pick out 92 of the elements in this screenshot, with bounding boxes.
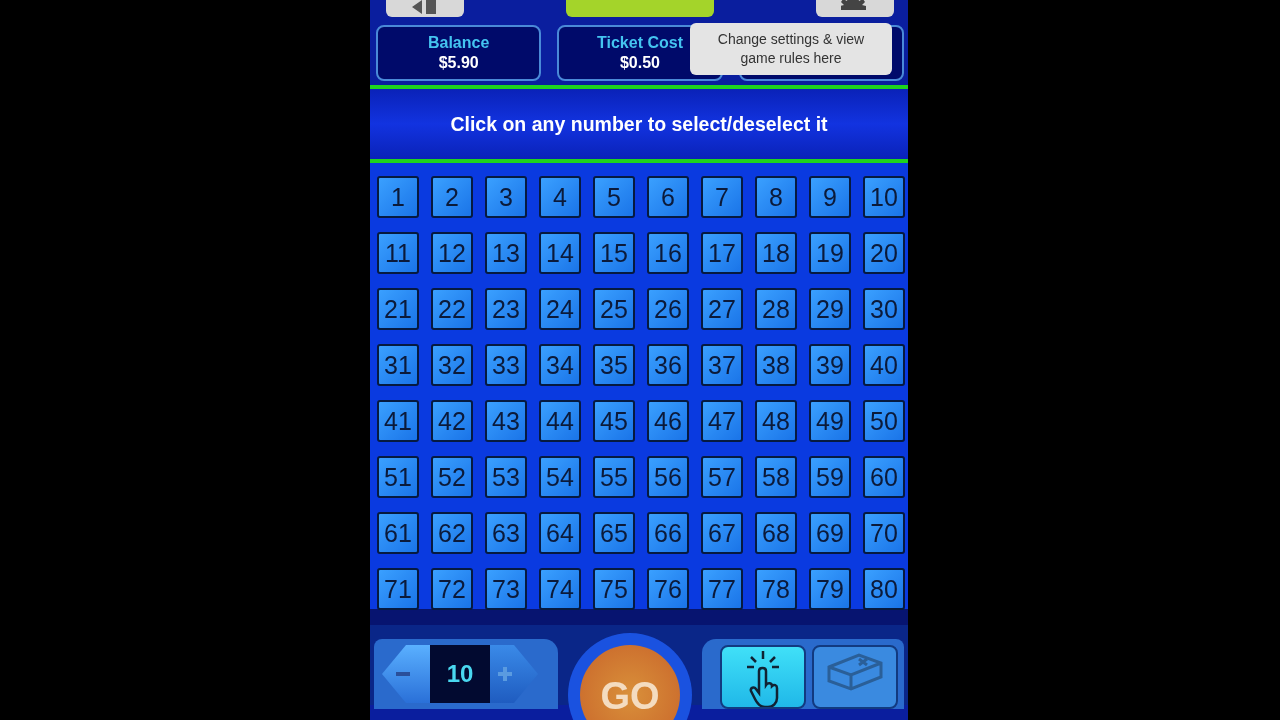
- number-tile[interactable]: 1: [377, 176, 419, 218]
- increase-button[interactable]: [490, 645, 538, 703]
- number-tile[interactable]: 23: [485, 288, 527, 330]
- decrease-button[interactable]: [382, 645, 430, 703]
- number-tile[interactable]: 30: [863, 288, 905, 330]
- number-tile[interactable]: 33: [485, 344, 527, 386]
- number-tile[interactable]: 19: [809, 232, 851, 274]
- number-tile[interactable]: 52: [431, 456, 473, 498]
- number-tile[interactable]: 39: [809, 344, 851, 386]
- number-tile[interactable]: 56: [647, 456, 689, 498]
- number-tile[interactable]: 38: [755, 344, 797, 386]
- number-tile[interactable]: 11: [377, 232, 419, 274]
- number-tile[interactable]: 69: [809, 512, 851, 554]
- number-tile[interactable]: 68: [755, 512, 797, 554]
- number-tile[interactable]: 27: [701, 288, 743, 330]
- number-tile[interactable]: 60: [863, 456, 905, 498]
- plus-icon: [498, 667, 512, 681]
- number-tile[interactable]: 35: [593, 344, 635, 386]
- number-tile[interactable]: 65: [593, 512, 635, 554]
- stat-label: Ticket Cost: [597, 34, 683, 52]
- number-tile[interactable]: 64: [539, 512, 581, 554]
- number-tile[interactable]: 55: [593, 456, 635, 498]
- number-tile[interactable]: 57: [701, 456, 743, 498]
- number-tile[interactable]: 40: [863, 344, 905, 386]
- number-tile[interactable]: 21: [377, 288, 419, 330]
- number-tile[interactable]: 41: [377, 400, 419, 442]
- number-tile[interactable]: 8: [755, 176, 797, 218]
- number-tile[interactable]: 54: [539, 456, 581, 498]
- minus-icon: [396, 672, 410, 676]
- number-tile[interactable]: 71: [377, 568, 419, 610]
- number-tile[interactable]: 15: [593, 232, 635, 274]
- number-tile[interactable]: 22: [431, 288, 473, 330]
- number-tile[interactable]: 25: [593, 288, 635, 330]
- number-tile[interactable]: 32: [431, 344, 473, 386]
- number-tile[interactable]: 12: [431, 232, 473, 274]
- number-tile[interactable]: 63: [485, 512, 527, 554]
- number-tile[interactable]: 59: [809, 456, 851, 498]
- number-tile[interactable]: 46: [647, 400, 689, 442]
- number-tile[interactable]: 4: [539, 176, 581, 218]
- number-tile[interactable]: 28: [755, 288, 797, 330]
- number-tile[interactable]: 6: [647, 176, 689, 218]
- number-tile[interactable]: 9: [809, 176, 851, 218]
- number-tile[interactable]: 47: [701, 400, 743, 442]
- number-tile[interactable]: 31: [377, 344, 419, 386]
- spots-value: 10: [430, 645, 490, 703]
- number-tile[interactable]: 7: [701, 176, 743, 218]
- number-tile[interactable]: 70: [863, 512, 905, 554]
- number-tile[interactable]: 2: [431, 176, 473, 218]
- number-tile[interactable]: 29: [809, 288, 851, 330]
- instruction-text: Click on any number to select/deselect it: [450, 112, 828, 136]
- number-tile[interactable]: 78: [755, 568, 797, 610]
- number-tile[interactable]: 76: [647, 568, 689, 610]
- number-tile[interactable]: 36: [647, 344, 689, 386]
- number-tile[interactable]: 26: [647, 288, 689, 330]
- number-tile[interactable]: 16: [647, 232, 689, 274]
- tool-button[interactable]: [720, 645, 806, 709]
- number-tile[interactable]: 43: [485, 400, 527, 442]
- number-tile[interactable]: 75: [593, 568, 635, 610]
- number-tile[interactable]: 37: [701, 344, 743, 386]
- number-tile[interactable]: 58: [755, 456, 797, 498]
- number-tile[interactable]: 74: [539, 568, 581, 610]
- number-tile[interactable]: 20: [863, 232, 905, 274]
- stat-value: $0.50: [619, 54, 660, 72]
- number-tile[interactable]: 80: [863, 568, 905, 610]
- number-tile[interactable]: 48: [755, 400, 797, 442]
- number-tile[interactable]: 49: [809, 400, 851, 442]
- number-tile[interactable]: 5: [593, 176, 635, 218]
- number-tile[interactable]: 72: [431, 568, 473, 610]
- number-tile[interactable]: 34: [539, 344, 581, 386]
- number-tile[interactable]: 18: [755, 232, 797, 274]
- number-tile[interactable]: 44: [539, 400, 581, 442]
- number-tile[interactable]: 45: [593, 400, 635, 442]
- stat-label: Balance: [427, 34, 490, 52]
- number-tile[interactable]: 62: [431, 512, 473, 554]
- tooltip: Change settings & view game rules here: [690, 23, 892, 75]
- number-tile[interactable]: 77: [701, 568, 743, 610]
- number-tile[interactable]: 66: [647, 512, 689, 554]
- number-tile[interactable]: 13: [485, 232, 527, 274]
- number-tile[interactable]: 53: [485, 456, 527, 498]
- number-tile[interactable]: 67: [701, 512, 743, 554]
- number-tile[interactable]: 61: [377, 512, 419, 554]
- number-tile[interactable]: 17: [701, 232, 743, 274]
- number-tile[interactable]: 73: [485, 568, 527, 610]
- stat-value: $5.90: [438, 54, 479, 72]
- number-tile[interactable]: 14: [539, 232, 581, 274]
- number-tile[interactable]: 24: [539, 288, 581, 330]
- number-tile[interactable]: 79: [809, 568, 851, 610]
- number-tile[interactable]: 3: [485, 176, 527, 218]
- number-tile[interactable]: 50: [863, 400, 905, 442]
- number-tile[interactable]: 51: [377, 456, 419, 498]
- number-tile[interactable]: 10: [863, 176, 905, 218]
- number-tile[interactable]: 42: [431, 400, 473, 442]
